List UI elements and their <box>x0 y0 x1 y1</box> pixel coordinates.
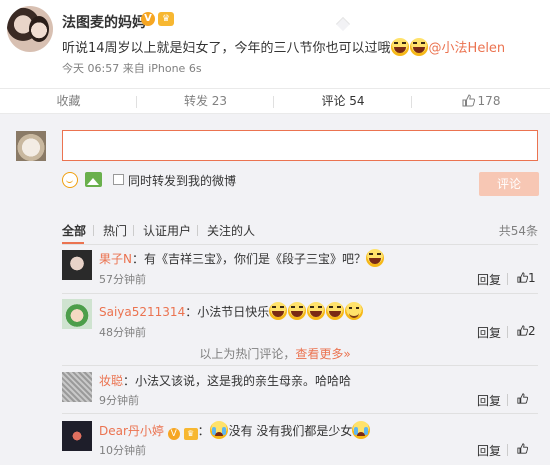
view-more-link[interactable]: 查看更多» <box>295 347 350 361</box>
smile-emoji-icon <box>345 302 364 320</box>
commenter-name[interactable]: Saiya5211314 <box>99 305 185 319</box>
laugh-emoji-icon <box>409 38 428 56</box>
comment-text: Dear丹小婷 V ♛： 没有 没有我们都是少女 <box>99 421 371 440</box>
laugh-emoji-icon <box>307 302 326 320</box>
favorite-button[interactable]: 收藏 <box>0 89 137 115</box>
member-badge-icon: ♛ <box>158 12 174 26</box>
divider <box>507 326 508 338</box>
thumbs-up-icon <box>517 325 529 336</box>
mention-link[interactable]: @小法Helen <box>429 41 506 56</box>
comment-like-button[interactable] <box>517 392 529 406</box>
thumbs-up-icon <box>517 393 529 404</box>
favorite-label: 收藏 <box>56 94 81 108</box>
comment-content: ：有《吉祥三宝》，你们是《段子三宝》吧？ <box>131 252 366 266</box>
commenter-name[interactable]: 果子N <box>99 252 132 266</box>
comment-time: 9分钟前 <box>99 394 139 407</box>
comment-text: 果子N：有《吉祥三宝》，你们是《段子三宝》吧？ <box>99 249 385 267</box>
comment-divider <box>62 413 538 414</box>
filter-tab-following[interactable]: 关注的人 <box>207 222 255 239</box>
commenter-avatar[interactable] <box>62 372 92 402</box>
like-button[interactable]: 178 <box>412 89 550 115</box>
comment-count: 共54条 <box>498 224 538 238</box>
filter-tab-all[interactable]: 全部 <box>62 222 86 239</box>
comment-time: 57分钟前 <box>99 273 146 286</box>
filter-divider-line <box>62 244 538 245</box>
commenter-avatar[interactable] <box>62 250 92 280</box>
reply-button[interactable]: 回复 <box>477 324 501 341</box>
comment-area: 同时转发到我的微博 评论 全部 热门 认证用户 关注的人 共54条 果子N：有《… <box>0 114 550 465</box>
divider <box>507 273 508 285</box>
comment-divider <box>62 293 538 294</box>
divider <box>197 225 198 236</box>
divider <box>133 225 134 236</box>
laugh-cry-emoji-icon <box>352 421 371 439</box>
emoji-picker-icon[interactable] <box>62 172 78 188</box>
comment-label: 评论 54 <box>321 94 365 108</box>
comment-text: 妆聪：小法又该说，这是我的亲生母亲。哈哈哈 <box>99 372 351 389</box>
commenter-avatar[interactable] <box>62 421 92 451</box>
filter-tab-verified[interactable]: 认证用户 <box>143 222 191 239</box>
thumbs-up-icon <box>462 94 475 107</box>
filter-tab-hot[interactable]: 热门 <box>103 222 127 239</box>
divider <box>93 225 94 236</box>
comment-like-button[interactable]: 1 <box>517 271 536 285</box>
reply-button[interactable]: 回复 <box>477 392 501 409</box>
divider <box>507 394 508 406</box>
post-body-text: 听说14周岁以上就是妇女了，今年的三八节你也可以过哦 <box>62 41 391 56</box>
member-badge-icon: ♛ <box>183 428 198 440</box>
comment-tab-button[interactable]: 评论 54 <box>274 89 412 115</box>
comment-time: 10分钟前 <box>99 444 146 457</box>
comment-separator: ： <box>197 424 210 438</box>
divider <box>507 444 508 456</box>
weibo-post: 法图麦的妈妈 V ♛ 听说14周岁以上就是妇女了，今年的三八节你也可以过哦 @小法… <box>0 0 550 88</box>
laugh-cry-emoji-icon <box>209 421 228 439</box>
thumbs-up-icon <box>517 443 529 454</box>
hot-comments-divider: 以上为热门评论，查看更多» <box>0 345 550 362</box>
comment-content: ：小法又该说，这是我的亲生母亲。哈哈哈 <box>123 374 352 388</box>
reply-button[interactable]: 回复 <box>477 442 501 459</box>
post-meta: 今天 06:57 来自 iPhone 6s <box>62 62 202 75</box>
post-author-name[interactable]: 法图麦的妈妈 <box>62 12 146 32</box>
forward-label: 同时转发到我的微博 <box>128 174 237 188</box>
laugh-emoji-icon <box>366 249 384 267</box>
reply-button[interactable]: 回复 <box>477 271 501 288</box>
comment-text: Saiya5211314：小法节日快乐 <box>99 302 364 320</box>
submit-comment-button[interactable]: 评论 <box>479 172 539 196</box>
hot-divider-text: 以上为热门评论， <box>199 347 296 361</box>
comment-content: ：小法节日快乐 <box>185 305 270 319</box>
comment-like-count: 1 <box>528 271 536 285</box>
thumbs-up-icon <box>517 272 529 283</box>
comment-content: 没有 没有我们都是少女 <box>228 424 353 438</box>
verified-badge-icon: V <box>167 428 180 440</box>
post-text: 听说14周岁以上就是妇女了，今年的三八节你也可以过哦 @小法Helen <box>62 37 505 56</box>
comment-input[interactable] <box>62 130 538 161</box>
comment-time: 48分钟前 <box>99 326 146 339</box>
commenter-name[interactable]: 妆聪 <box>99 374 123 388</box>
comment-like-count: 2 <box>528 324 536 338</box>
verified-badge-icon: V <box>141 12 155 26</box>
image-upload-icon[interactable] <box>85 172 102 187</box>
comment-like-button[interactable] <box>517 442 529 456</box>
author-avatar[interactable] <box>7 6 53 52</box>
action-bar: 收藏 转发 23 评论 54 178 <box>0 88 550 114</box>
comment-like-button[interactable]: 2 <box>517 324 536 338</box>
like-count: 178 <box>477 94 501 108</box>
laugh-emoji-icon <box>390 38 409 56</box>
repost-label: 转发 23 <box>183 94 228 108</box>
commenter-avatar[interactable] <box>62 299 92 329</box>
comment-divider <box>62 365 538 366</box>
laugh-emoji-icon <box>269 302 288 320</box>
laugh-emoji-icon <box>288 302 307 320</box>
forward-checkbox[interactable] <box>113 174 124 185</box>
repost-button[interactable]: 转发 23 <box>137 89 274 115</box>
current-user-avatar <box>16 131 46 161</box>
commenter-name[interactable]: Dear丹小婷 <box>99 424 164 438</box>
laugh-emoji-icon <box>326 302 345 320</box>
